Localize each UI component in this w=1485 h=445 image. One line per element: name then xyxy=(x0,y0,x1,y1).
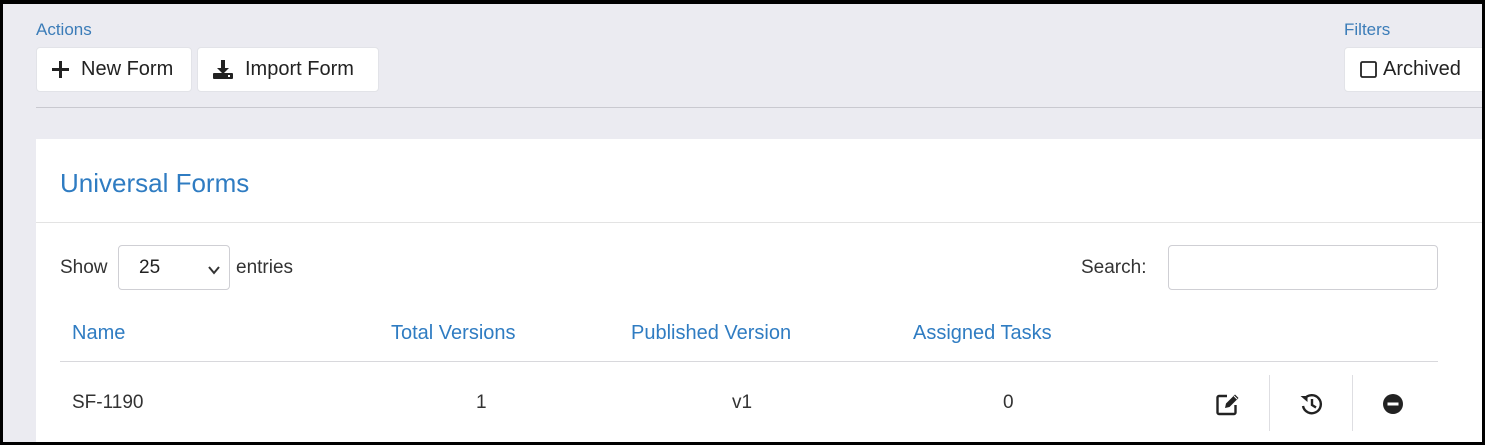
cell-name: SF-1190 xyxy=(72,392,144,413)
column-header-name[interactable]: Name xyxy=(72,322,125,345)
column-header-published-version[interactable]: Published Version xyxy=(631,322,791,345)
new-form-label: New Form xyxy=(81,58,174,80)
actions-label: Actions xyxy=(36,20,92,39)
column-header-total-versions[interactable]: Total Versions xyxy=(391,322,516,345)
new-form-button[interactable]: New Form xyxy=(36,47,192,92)
panel-header-divider xyxy=(36,222,1482,223)
page-size-select[interactable]: 25 xyxy=(118,245,230,290)
import-form-label: Import Form xyxy=(245,58,354,80)
plus-icon xyxy=(52,61,69,78)
cell-published-version: v1 xyxy=(732,392,753,413)
minus-circle-icon[interactable] xyxy=(1380,391,1406,417)
edit-icon[interactable] xyxy=(1215,391,1241,417)
history-icon[interactable] xyxy=(1298,391,1324,417)
archived-label: Archived xyxy=(1383,58,1461,80)
search-input[interactable] xyxy=(1168,245,1438,290)
table-header-divider xyxy=(60,361,1438,362)
cell-total-versions: 1 xyxy=(476,392,487,413)
window-frame: Actions New Form Import Form Filters Arc… xyxy=(0,0,1485,445)
filters-label: Filters xyxy=(1344,20,1391,39)
search-label: Search: xyxy=(1081,257,1147,278)
archived-filter-toggle[interactable]: Archived xyxy=(1344,47,1482,92)
toolbar-divider xyxy=(36,107,1482,108)
show-label: Show xyxy=(60,257,108,278)
column-header-assigned-tasks[interactable]: Assigned Tasks xyxy=(913,322,1052,345)
entries-label: entries xyxy=(236,257,294,278)
download-icon xyxy=(213,60,233,79)
page-size-value: 25 xyxy=(139,256,161,278)
import-form-button[interactable]: Import Form xyxy=(197,47,379,92)
checkbox-icon[interactable] xyxy=(1360,61,1377,78)
action-divider xyxy=(1352,375,1353,431)
action-divider xyxy=(1269,375,1270,431)
cell-assigned-tasks: 0 xyxy=(1003,392,1014,413)
panel-title: Universal Forms xyxy=(60,168,250,198)
page: Actions New Form Import Form Filters Arc… xyxy=(3,4,1482,442)
chevron-down-icon xyxy=(207,261,221,283)
universal-forms-panel: Universal Forms Show 25 entries Search: … xyxy=(36,139,1482,442)
